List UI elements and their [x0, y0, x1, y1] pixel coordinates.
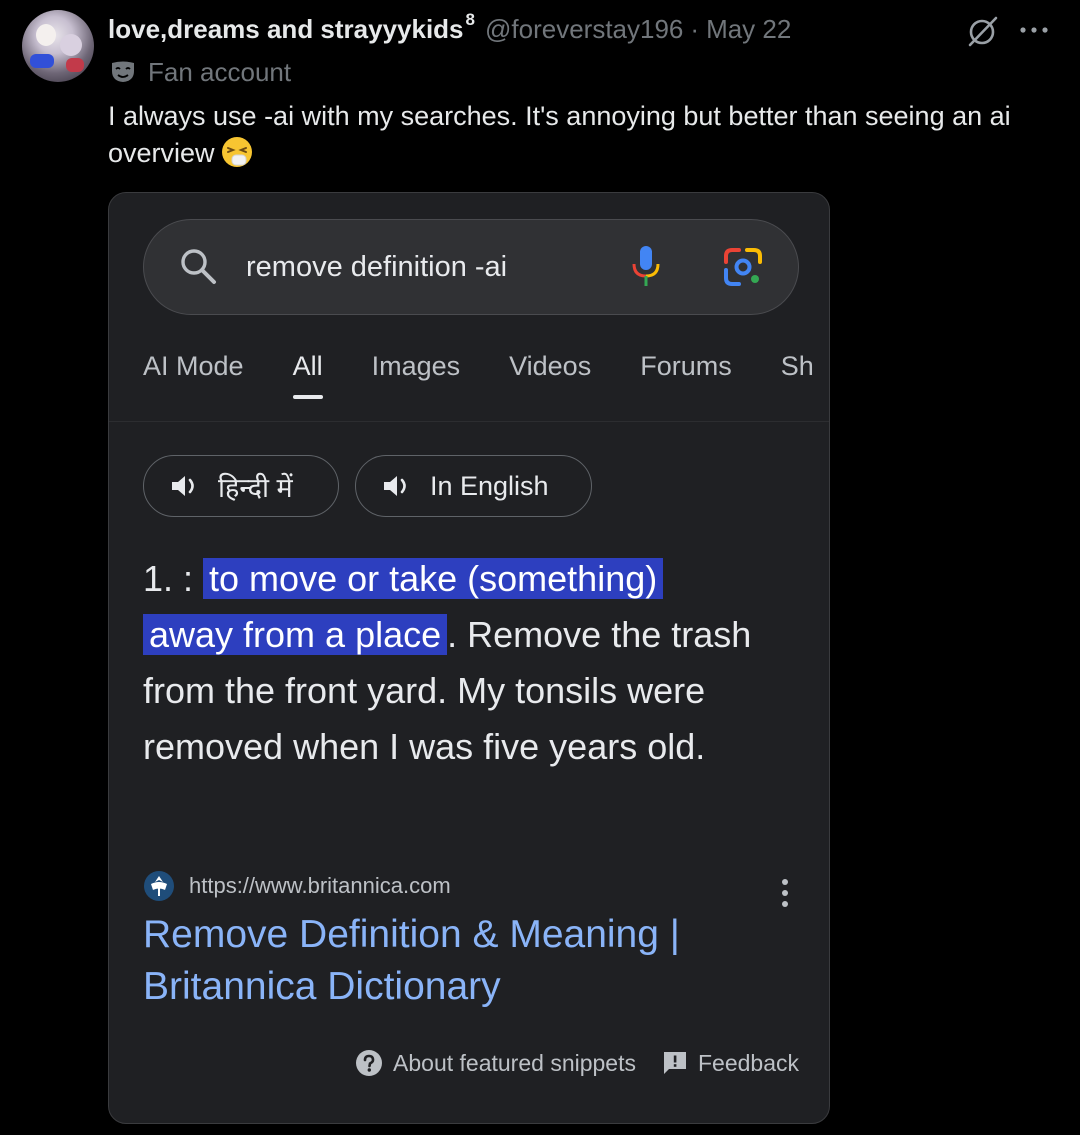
result-url[interactable]: https://www.britannica.com — [189, 873, 451, 899]
search-tabs: AI Mode All Images Videos Forums Sh — [143, 351, 829, 399]
about-featured-snippets-label: About featured snippets — [393, 1049, 636, 1076]
avatar[interactable] — [22, 10, 94, 82]
microphone-icon[interactable] — [630, 244, 662, 288]
definition-number: 1. : — [143, 558, 204, 599]
definition-highlight-line2: away from a place — [143, 614, 448, 655]
tab-all[interactable]: All — [292, 351, 323, 399]
result-source[interactable]: https://www.britannica.com — [143, 869, 451, 903]
account-label: Fan account — [110, 56, 291, 88]
post-date[interactable]: May 22 — [706, 14, 791, 45]
grok-icon[interactable] — [966, 14, 1000, 48]
feedback-button[interactable]: Feedback — [662, 1050, 799, 1077]
display-name-superscript: 8 — [465, 10, 475, 29]
result-options-icon[interactable] — [777, 877, 793, 909]
separator-dot: · — [690, 13, 700, 44]
search-bar[interactable]: remove definition -ai — [143, 219, 799, 315]
tab-ai-mode[interactable]: AI Mode — [143, 351, 244, 399]
britannica-favicon-icon — [144, 871, 174, 901]
help-icon — [356, 1050, 383, 1076]
tweet-text: I always use -ai with my searches. It's … — [108, 98, 1058, 172]
speaker-icon — [384, 476, 406, 496]
definition-text: 1. : to move or take (something) away fro… — [143, 551, 807, 775]
sneezing-face-emoji-icon — [221, 137, 252, 167]
google-lens-icon[interactable] — [722, 246, 764, 288]
feedback-icon — [663, 1052, 686, 1074]
search-icon — [181, 249, 216, 284]
feedback-label: Feedback — [697, 1049, 799, 1076]
attached-screenshot[interactable]: remove definition -ai AI Mode All Images… — [108, 192, 830, 1124]
user-handle[interactable]: @foreverstay196 — [485, 14, 683, 45]
definition-highlight-line1: to move or take (something) — [203, 558, 664, 599]
search-query[interactable]: remove definition -ai — [246, 246, 507, 288]
pronounce-hindi-button[interactable]: हिन्दी में — [143, 455, 339, 517]
more-options-icon[interactable] — [1018, 16, 1050, 44]
tab-shopping[interactable]: Sh — [781, 351, 814, 399]
pronounce-hindi-label: हिन्दी में — [218, 472, 293, 503]
theater-mask-icon — [112, 61, 134, 82]
tab-forums[interactable]: Forums — [640, 351, 732, 399]
tab-videos[interactable]: Videos — [509, 351, 591, 399]
snippet-footer: About featured snippets Feedback — [355, 1045, 799, 1081]
speaker-icon — [172, 476, 194, 496]
tweet-header: love,dreams and strayyykids 8 @foreverst… — [108, 10, 791, 46]
pronounce-english-label: In English — [430, 470, 549, 501]
account-label-text: Fan account — [148, 56, 292, 87]
display-name[interactable]: love,dreams and strayyykids — [108, 14, 464, 45]
tabs-divider — [109, 421, 829, 422]
pronounce-english-button[interactable]: In English — [355, 455, 592, 517]
about-featured-snippets-button[interactable]: About featured snippets — [355, 1049, 636, 1077]
result-title-link[interactable]: Remove Definition & Meaning | Britannica… — [143, 909, 783, 1013]
tab-images[interactable]: Images — [372, 351, 461, 399]
